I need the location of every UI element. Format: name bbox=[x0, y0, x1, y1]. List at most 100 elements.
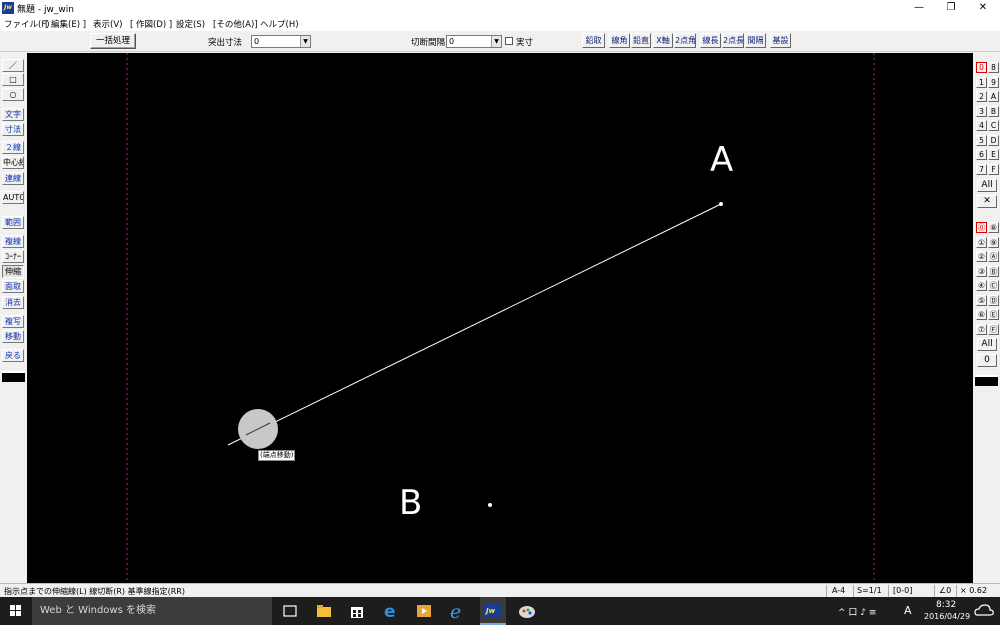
actual-size-checkbox[interactable] bbox=[505, 37, 513, 45]
group-button-7[interactable]: 7 bbox=[976, 164, 987, 175]
notification-center-icon[interactable] bbox=[972, 601, 994, 621]
clock-time[interactable]: 8:32 bbox=[936, 600, 956, 610]
menu-help[interactable]: ヘルプ(H) bbox=[260, 18, 299, 30]
close-button[interactable]: ✕ bbox=[968, 0, 998, 16]
group-all-button[interactable]: All bbox=[977, 179, 997, 192]
chamfer-tool-button[interactable]: 面取 bbox=[2, 280, 24, 293]
layer-indicator[interactable]: [0-0] bbox=[893, 586, 912, 595]
move-tool-button[interactable]: 移動 bbox=[2, 330, 24, 343]
layer-button-f[interactable]: Ⓕ bbox=[988, 324, 999, 335]
layer-button-e[interactable]: Ⓔ bbox=[988, 309, 999, 320]
clock-date[interactable]: 2016/04/29 bbox=[924, 612, 970, 621]
layer-button-5[interactable]: ⑤ bbox=[976, 295, 987, 306]
drawing-canvas[interactable]: A B (端点移動) bbox=[27, 53, 973, 583]
windows-start-icon[interactable] bbox=[0, 597, 32, 625]
rectangle-tool-button[interactable]: □ bbox=[2, 73, 24, 86]
circle-tool-button[interactable]: ○ bbox=[2, 88, 24, 101]
corner-tool-button[interactable]: ｺｰﾅｰ bbox=[2, 250, 24, 263]
cut-interval-combo[interactable]: 0 ▼ bbox=[446, 35, 502, 48]
group-button-6[interactable]: 6 bbox=[976, 149, 987, 160]
media-player-icon[interactable] bbox=[414, 601, 434, 621]
paint-app-icon[interactable] bbox=[517, 601, 537, 621]
ime-indicator[interactable]: A bbox=[904, 604, 912, 617]
group-button-e[interactable]: E bbox=[988, 149, 999, 160]
layer-button-3[interactable]: ③ bbox=[976, 266, 987, 277]
cross-icon[interactable]: ✕ bbox=[977, 195, 997, 208]
dropdown-arrow-icon[interactable]: ▼ bbox=[300, 36, 310, 47]
layer-button-6[interactable]: ⑥ bbox=[976, 309, 987, 320]
group-button-8[interactable]: 8 bbox=[988, 62, 999, 73]
group-button-1[interactable]: 1 bbox=[976, 77, 987, 88]
protrude-combo[interactable]: 0 ▼ bbox=[251, 35, 311, 48]
edge-browser-icon[interactable]: e bbox=[381, 601, 401, 622]
layer-button-9[interactable]: ⑨ bbox=[988, 237, 999, 248]
tool-button-9[interactable]: 基設 bbox=[770, 33, 791, 48]
group-button-f[interactable]: F bbox=[988, 164, 999, 175]
point-a-marker[interactable] bbox=[719, 202, 723, 206]
tool-button-7[interactable]: 2点長 bbox=[722, 33, 744, 48]
layer-button-b[interactable]: Ⓑ bbox=[988, 266, 999, 277]
erase-tool-button[interactable]: 消去 bbox=[2, 296, 24, 309]
layer-button-7[interactable]: ⑦ bbox=[976, 324, 987, 335]
group-button-5[interactable]: 5 bbox=[976, 135, 987, 146]
dropdown-arrow-icon[interactable]: ▼ bbox=[491, 36, 501, 47]
file-explorer-icon[interactable] bbox=[314, 601, 334, 621]
minimize-button[interactable]: — bbox=[904, 0, 934, 16]
layer-button-c[interactable]: Ⓒ bbox=[988, 280, 999, 291]
layer-button-4[interactable]: ④ bbox=[976, 280, 987, 291]
tool-button-4[interactable]: X軸 bbox=[653, 33, 673, 48]
menu-view[interactable]: 表示(V) bbox=[93, 18, 122, 30]
layer-button-2[interactable]: ② bbox=[976, 251, 987, 262]
point-b-marker[interactable] bbox=[488, 503, 492, 507]
layer-button-0[interactable]: ⓪ bbox=[976, 222, 987, 233]
offset-line-button[interactable]: 複線 bbox=[2, 235, 24, 248]
layer-zero-button[interactable]: 0 bbox=[977, 354, 997, 367]
menu-other[interactable]: [その他(A)] bbox=[213, 18, 258, 30]
layer-button-d[interactable]: Ⓓ bbox=[988, 295, 999, 306]
line-tool-button[interactable]: ／ bbox=[2, 59, 24, 72]
internet-explorer-icon[interactable]: e bbox=[448, 601, 468, 623]
angle-value[interactable]: ∠0 bbox=[939, 586, 951, 595]
group-button-a[interactable]: A bbox=[988, 91, 999, 102]
dimension-tool-button[interactable]: 寸法 bbox=[2, 123, 24, 136]
task-view-icon[interactable] bbox=[280, 601, 300, 621]
center-line-tool-button[interactable]: 中心線 bbox=[2, 156, 24, 169]
menu-file[interactable]: ファイル(F) bbox=[4, 18, 50, 30]
group-button-4[interactable]: 4 bbox=[976, 120, 987, 131]
copy-tool-button[interactable]: 複写 bbox=[2, 315, 24, 328]
system-tray-icons[interactable]: ^ 口 ♪ ≡ bbox=[838, 605, 876, 618]
drawn-line-segment[interactable] bbox=[227, 203, 722, 446]
layer-button-1[interactable]: ① bbox=[976, 237, 987, 248]
tool-button-2[interactable]: 線角 bbox=[609, 33, 630, 48]
zoom-value[interactable]: × 0.62 bbox=[960, 586, 987, 595]
taskbar-search-box[interactable]: Web と Windows を検索 bbox=[32, 597, 272, 625]
restore-button[interactable]: ❐ bbox=[936, 0, 966, 16]
tool-button-3[interactable]: 鉛直 bbox=[631, 33, 651, 48]
layer-color-swatch[interactable] bbox=[975, 375, 998, 386]
group-button-c[interactable]: C bbox=[988, 120, 999, 131]
group-button-0[interactable]: 0 bbox=[976, 62, 987, 73]
jw-win-taskbar-button[interactable]: Jw bbox=[480, 597, 506, 625]
tool-button-8[interactable]: 間隔 bbox=[745, 33, 766, 48]
layer-all-button[interactable]: All bbox=[977, 338, 997, 351]
scale-value[interactable]: S=1/1 bbox=[857, 586, 882, 595]
auto-mode-button[interactable]: AUTO bbox=[2, 191, 24, 204]
menu-draw[interactable]: [ 作図(D) ] bbox=[130, 18, 172, 30]
layer-button-8[interactable]: ⑧ bbox=[988, 222, 999, 233]
tool-button-1[interactable]: 鉛取 bbox=[582, 33, 605, 48]
tool-button-5[interactable]: 2点角 bbox=[674, 33, 696, 48]
text-tool-button[interactable]: 文字 bbox=[2, 108, 24, 121]
menu-edit[interactable]: [ 編集(E) ] bbox=[45, 18, 86, 30]
paper-size[interactable]: A-4 bbox=[832, 586, 845, 595]
batch-process-button[interactable]: 一括処理 bbox=[90, 33, 136, 49]
undo-button[interactable]: 戻る bbox=[2, 349, 24, 362]
menu-settings[interactable]: 設定(S) bbox=[176, 18, 205, 30]
double-line-tool-button[interactable]: ２線 bbox=[2, 141, 24, 154]
store-icon[interactable] bbox=[347, 601, 367, 621]
group-button-b[interactable]: B bbox=[988, 106, 999, 117]
group-button-9[interactable]: 9 bbox=[988, 77, 999, 88]
group-button-2[interactable]: 2 bbox=[976, 91, 987, 102]
tool-button-6[interactable]: 線長 bbox=[700, 33, 721, 48]
range-select-button[interactable]: 範囲 bbox=[2, 216, 24, 229]
group-button-d[interactable]: D bbox=[988, 135, 999, 146]
